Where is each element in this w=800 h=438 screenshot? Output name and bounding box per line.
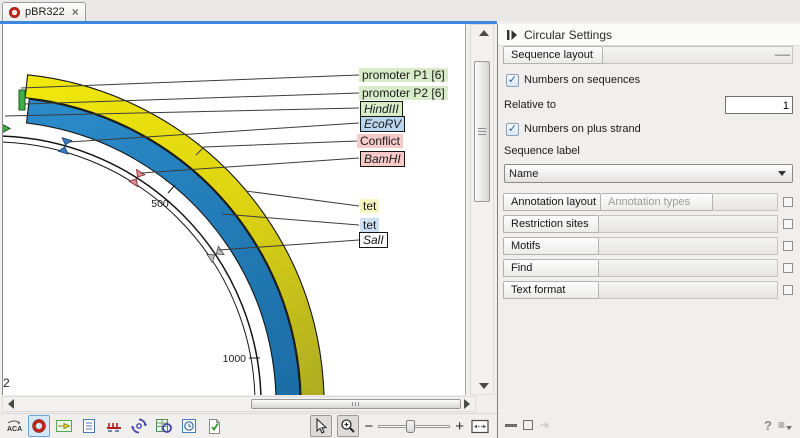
scroll-up-icon[interactable] <box>479 30 489 36</box>
horizontal-scroll-thumb[interactable] <box>251 399 461 409</box>
text-view-button[interactable] <box>78 415 100 437</box>
selection-tool-button[interactable] <box>310 415 332 437</box>
palette-icon[interactable] <box>783 241 793 251</box>
tab-title: pBR322 <box>25 6 65 18</box>
tab-annotation-layout[interactable]: Annotation layout <box>503 193 601 211</box>
annotation-table-icon <box>55 417 73 435</box>
circular-view-button[interactable] <box>28 415 50 437</box>
circular-sequence-icon <box>8 6 21 19</box>
scroll-down-icon[interactable] <box>479 383 489 389</box>
zoom-controls: − + <box>310 415 491 437</box>
restriction-map-button[interactable] <box>103 415 125 437</box>
table-circular-icon <box>155 417 173 435</box>
history-button[interactable] <box>178 415 200 437</box>
tab-bar: pBR322 × <box>0 0 800 21</box>
enzyme-label-bamhi[interactable]: BamHI <box>360 151 405 167</box>
view-toolbar: ACA <box>0 413 497 438</box>
zoom-in-button[interactable]: + <box>455 419 464 434</box>
zoom-slider-thumb[interactable] <box>406 420 415 433</box>
palette-icon[interactable] <box>783 263 793 273</box>
annotation-label-tet-2[interactable]: tet <box>360 218 379 232</box>
enzyme-label-hindiii[interactable]: HindIII <box>360 101 403 117</box>
plasmid-canvas[interactable]: 500 1000 promoter P1 [6] pro <box>2 24 466 395</box>
palette-icon[interactable] <box>783 285 793 295</box>
scroll-right-icon[interactable] <box>464 399 470 409</box>
cursor-icon <box>314 418 328 434</box>
panel-menu-icon[interactable]: ≡ <box>778 418 792 432</box>
green-feature-arrow <box>3 123 10 134</box>
annotation-label-conflict[interactable]: Conflict <box>357 134 403 148</box>
tick-500-label: 500 <box>151 198 169 210</box>
fit-width-button[interactable] <box>469 415 491 437</box>
minimize-section-icon[interactable]: — <box>775 50 790 61</box>
side-panel-header[interactable]: Circular Settings <box>498 24 800 46</box>
numbers-on-plus-strand-label: Numbers on plus strand <box>524 123 641 135</box>
sequence-label-dropdown[interactable]: Name <box>504 164 793 183</box>
tab-close-icon[interactable]: × <box>72 5 79 19</box>
relative-to-input[interactable] <box>725 96 793 114</box>
section-restriction-sites[interactable]: Restriction sites <box>503 215 599 233</box>
enzyme-label-sali[interactable]: SalI <box>359 232 388 248</box>
tick-1000-label: 1000 <box>223 353 247 365</box>
element-info-button[interactable] <box>203 415 225 437</box>
palette-icon[interactable] <box>783 197 793 207</box>
palette-icon[interactable] <box>783 219 793 229</box>
circular-view-icon <box>31 418 47 434</box>
relative-to-label: Relative to <box>504 99 556 111</box>
history-icon <box>181 418 197 434</box>
zoom-out-button[interactable]: − <box>364 419 373 434</box>
annotation-label-tet-1[interactable]: tet <box>360 199 379 213</box>
text-view-icon <box>81 418 97 434</box>
primer-table-button[interactable] <box>153 415 175 437</box>
tab-annotation-types[interactable]: Annotation types <box>601 193 713 211</box>
thumb-grip <box>352 402 353 406</box>
green-feature-bar <box>19 90 25 110</box>
annotation-table-button[interactable] <box>53 415 75 437</box>
restriction-map-icon <box>105 417 123 435</box>
canvas-horizontal-scrollbar[interactable] <box>2 396 476 412</box>
document-check-icon <box>206 418 223 435</box>
help-icon[interactable]: ? <box>764 418 772 433</box>
section-find[interactable]: Find <box>503 259 599 277</box>
fit-width-icon <box>471 419 489 434</box>
numbers-on-sequences-label: Numbers on sequences <box>524 74 640 86</box>
collapse-all-icon[interactable] <box>505 424 517 427</box>
section-motifs[interactable]: Motifs <box>503 237 599 255</box>
cloning-view-button[interactable] <box>128 415 150 437</box>
sequence-view-icon: ACA <box>5 417 23 435</box>
sequence-label-value: Name <box>509 168 538 180</box>
clipped-position-label: 2 <box>3 376 10 390</box>
vertical-scroll-thumb[interactable] <box>474 61 490 202</box>
enzyme-label-ecorv[interactable]: EcoRV <box>360 116 405 132</box>
numbers-on-plus-strand-checkbox[interactable] <box>506 123 519 136</box>
side-panel: Circular Settings Sequence layout — Numb… <box>497 24 800 438</box>
svg-text:ACA: ACA <box>7 426 22 433</box>
magnifier-plus-icon <box>340 418 356 434</box>
numbers-on-sequences-checkbox[interactable] <box>506 74 519 87</box>
zoom-tool-button[interactable] <box>337 415 359 437</box>
zoom-slider[interactable] <box>378 418 450 434</box>
section-sequence-layout[interactable]: Sequence layout <box>503 46 603 64</box>
annotation-label-promoter-p2[interactable]: promoter P2 [6] <box>359 86 448 100</box>
side-panel-statusbar: ⇥ ? ≡ <box>498 415 800 435</box>
section-text-format[interactable]: Text format <box>503 281 599 299</box>
tick-500 <box>168 185 175 193</box>
sequence-view-button[interactable]: ACA <box>3 415 25 437</box>
sequence-label-caption: Sequence label <box>498 145 800 158</box>
document-tab-pbr322[interactable]: pBR322 × <box>2 2 86 21</box>
canvas-vertical-scrollbar[interactable] <box>470 24 494 395</box>
expand-all-icon[interactable] <box>523 420 533 430</box>
annotation-label-promoter-p1[interactable]: promoter P1 [6] <box>359 68 448 82</box>
circular-arrows-icon <box>130 417 148 435</box>
chevron-down-icon <box>778 171 786 176</box>
thumb-grip <box>478 128 486 129</box>
dock-panel-icon[interactable]: ⇥ <box>539 419 549 431</box>
side-panel-title: Circular Settings <box>524 28 612 42</box>
collapse-panel-icon[interactable] <box>506 29 518 41</box>
scroll-left-icon[interactable] <box>8 399 14 409</box>
